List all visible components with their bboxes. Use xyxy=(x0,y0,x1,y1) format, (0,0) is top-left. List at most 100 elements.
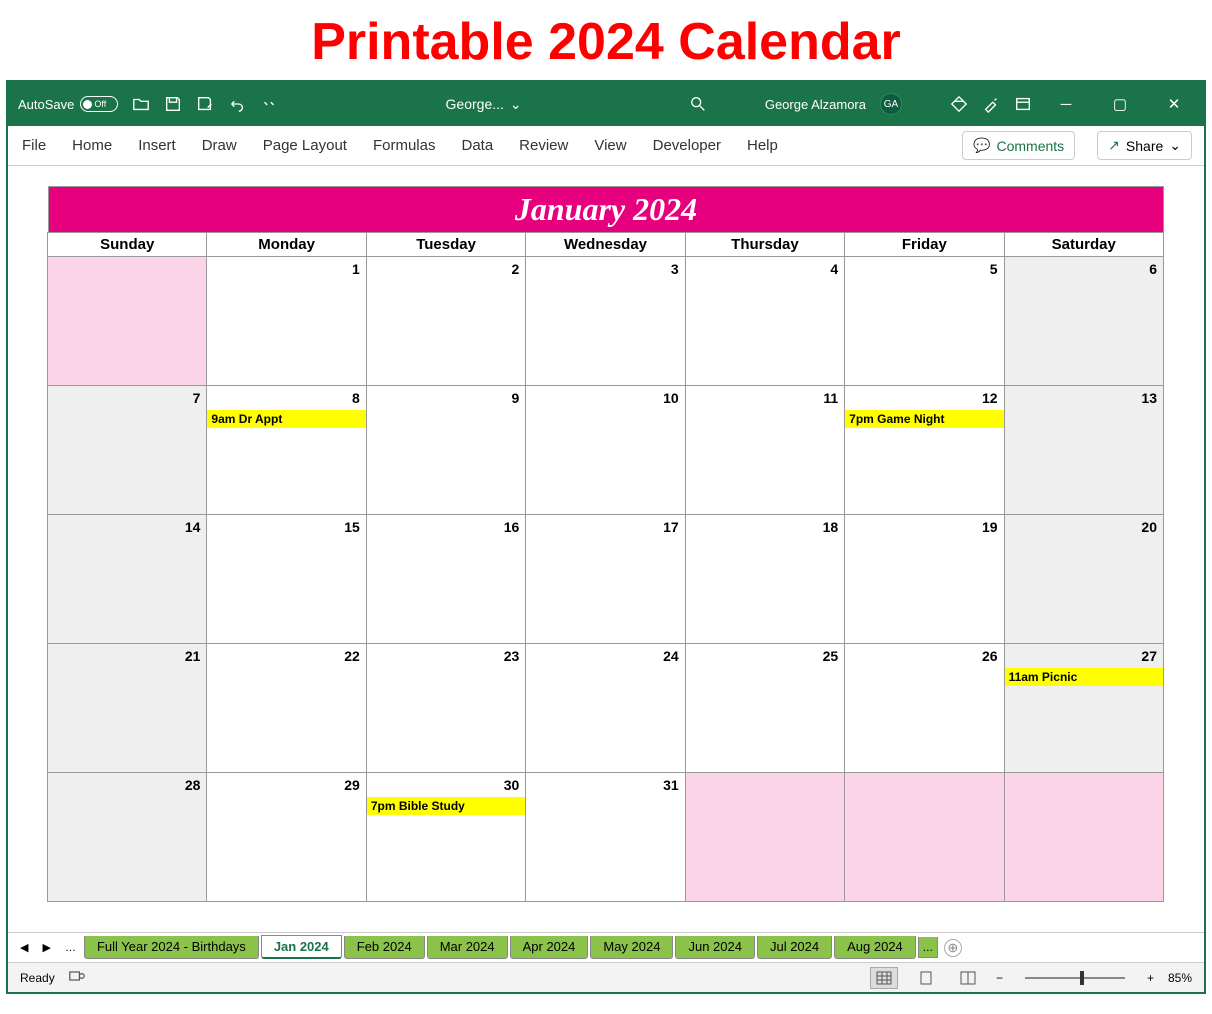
calendar-day[interactable]: 28 xyxy=(47,772,207,902)
calendar-day[interactable]: 2711am Picnic xyxy=(1004,643,1164,773)
zoom-in[interactable]: + xyxy=(1147,971,1154,985)
calendar-event[interactable]: 11am Picnic xyxy=(1005,668,1163,686)
sheet-tab[interactable]: Full Year 2024 - Birthdays xyxy=(84,936,259,959)
view-pagebreak[interactable] xyxy=(954,967,982,989)
calendar-day[interactable]: 18 xyxy=(685,514,845,644)
calendar-day[interactable]: 31 xyxy=(525,772,685,902)
calendar-day[interactable]: 20 xyxy=(1004,514,1164,644)
calendar-event[interactable]: 7pm Bible Study xyxy=(367,797,525,815)
sheet-tab[interactable]: Apr 2024 xyxy=(510,936,589,959)
ribbon-tab-developer[interactable]: Developer xyxy=(651,131,723,160)
calendar-day[interactable]: 4 xyxy=(685,256,845,386)
calendar-day[interactable] xyxy=(844,772,1004,902)
calendar-day[interactable]: 127pm Game Night xyxy=(844,385,1004,515)
undo-icon[interactable] xyxy=(228,95,246,113)
ribbon-tab-home[interactable]: Home xyxy=(70,131,114,160)
calendar-day[interactable]: 1 xyxy=(206,256,366,386)
diamond-icon[interactable] xyxy=(950,95,968,113)
search-icon[interactable] xyxy=(689,95,707,113)
sheet-tab[interactable]: Mar 2024 xyxy=(427,936,508,959)
calendar-day[interactable]: 23 xyxy=(366,643,526,773)
day-number: 28 xyxy=(185,777,201,793)
ribbon-tab-formulas[interactable]: Formulas xyxy=(371,131,438,160)
page-heading: Printable 2024 Calendar xyxy=(0,0,1212,80)
day-header: Saturday xyxy=(1004,232,1164,257)
calendar-day[interactable]: 24 xyxy=(525,643,685,773)
ribbon-tab-view[interactable]: View xyxy=(592,131,628,160)
autosave-toggle[interactable]: AutoSave Off xyxy=(18,96,118,112)
user-avatar[interactable]: GA xyxy=(880,93,902,115)
calendar-day[interactable]: 25 xyxy=(685,643,845,773)
ribbon-tab-review[interactable]: Review xyxy=(517,131,570,160)
worksheet[interactable]: January 2024 SundayMondayTuesdayWednesda… xyxy=(8,166,1204,932)
calendar-day[interactable]: 16 xyxy=(366,514,526,644)
sheet-tab[interactable]: Jan 2024 xyxy=(261,935,342,959)
calendar-day[interactable]: 17 xyxy=(525,514,685,644)
calendar-event[interactable]: 9am Dr Appt xyxy=(207,410,365,428)
calendar-day[interactable]: 15 xyxy=(206,514,366,644)
zoom-level[interactable]: 85% xyxy=(1168,971,1192,985)
tab-nav-next[interactable]: ▶ xyxy=(36,941,56,954)
calendar-day[interactable]: 10 xyxy=(525,385,685,515)
ribbon-tab-pagelayout[interactable]: Page Layout xyxy=(261,131,349,160)
sheet-tab[interactable]: Jul 2024 xyxy=(757,936,832,959)
sheet-tab[interactable]: May 2024 xyxy=(590,936,673,959)
zoom-slider[interactable] xyxy=(1025,977,1125,979)
calendar-day[interactable]: 21 xyxy=(47,643,207,773)
open-icon[interactable] xyxy=(132,95,150,113)
view-pagelayout[interactable] xyxy=(912,967,940,989)
day-number: 29 xyxy=(344,777,360,793)
calendar-day[interactable] xyxy=(685,772,845,902)
calendar-day[interactable]: 89am Dr Appt xyxy=(206,385,366,515)
calendar-day[interactable]: 9 xyxy=(366,385,526,515)
calendar-day[interactable]: 11 xyxy=(685,385,845,515)
window-mode-icon[interactable] xyxy=(1014,95,1032,113)
calendar-day[interactable]: 14 xyxy=(47,514,207,644)
ribbon-tab-file[interactable]: File xyxy=(20,131,48,160)
calendar-day[interactable] xyxy=(47,256,207,386)
tab-overflow[interactable]: ... xyxy=(918,937,938,958)
calendar-day[interactable]: 19 xyxy=(844,514,1004,644)
zoom-out[interactable]: − xyxy=(996,971,1003,985)
calendar-day[interactable]: 7 xyxy=(47,385,207,515)
macro-record-icon[interactable] xyxy=(69,969,85,986)
month-title: January 2024 xyxy=(48,186,1164,233)
day-number: 15 xyxy=(344,519,360,535)
calendar-day[interactable]: 13 xyxy=(1004,385,1164,515)
calendar-day[interactable]: 2 xyxy=(366,256,526,386)
minimize-button[interactable]: ─ xyxy=(1046,96,1086,113)
document-name[interactable]: George... ⌄ xyxy=(446,96,522,113)
more-qat-icon[interactable] xyxy=(260,95,278,113)
tab-nav-prev[interactable]: ◀ xyxy=(14,941,34,954)
calendar-event[interactable]: 7pm Game Night xyxy=(845,410,1003,428)
view-normal[interactable] xyxy=(870,967,898,989)
sheet-tab[interactable]: Aug 2024 xyxy=(834,936,916,959)
ribbon-tab-draw[interactable]: Draw xyxy=(200,131,239,160)
sheet-tab[interactable]: Jun 2024 xyxy=(675,936,755,959)
calendar-day[interactable]: 22 xyxy=(206,643,366,773)
sheet-tab[interactable]: Feb 2024 xyxy=(344,936,425,959)
ribbon-tab-help[interactable]: Help xyxy=(745,131,780,160)
save-edit-icon[interactable] xyxy=(196,95,214,113)
calendar-day[interactable]: 26 xyxy=(844,643,1004,773)
brush-icon[interactable] xyxy=(982,95,1000,113)
calendar-day[interactable]: 6 xyxy=(1004,256,1164,386)
comments-button[interactable]: 💬 Comments xyxy=(962,131,1075,160)
maximize-button[interactable]: ▢ xyxy=(1100,95,1140,113)
calendar-day[interactable] xyxy=(1004,772,1164,902)
calendar-day[interactable]: 29 xyxy=(206,772,366,902)
share-button[interactable]: ↗ Share ⌄ xyxy=(1097,131,1192,160)
calendar-day[interactable]: 307pm Bible Study xyxy=(366,772,526,902)
day-number: 10 xyxy=(663,390,679,406)
add-sheet-button[interactable]: ⊕ xyxy=(944,939,962,957)
save-icon[interactable] xyxy=(164,95,182,113)
tab-nav-ellipsis[interactable]: … xyxy=(59,942,82,954)
close-button[interactable]: ✕ xyxy=(1154,95,1194,113)
calendar-day[interactable]: 3 xyxy=(525,256,685,386)
ribbon-tab-insert[interactable]: Insert xyxy=(136,131,178,160)
chevron-down-icon: ⌄ xyxy=(1169,137,1181,154)
day-header: Friday xyxy=(844,232,1004,257)
day-number: 1 xyxy=(352,261,360,277)
ribbon-tab-data[interactable]: Data xyxy=(459,131,495,160)
calendar-day[interactable]: 5 xyxy=(844,256,1004,386)
